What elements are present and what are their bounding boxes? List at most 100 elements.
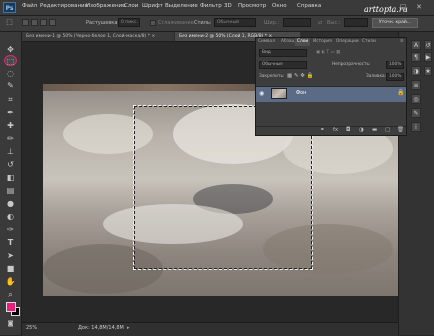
- tab-history[interactable]: История: [313, 38, 332, 46]
- add-selection-icon[interactable]: [31, 19, 38, 26]
- tab-layers[interactable]: Слои: [295, 38, 311, 46]
- opacity-input[interactable]: 100%: [386, 61, 404, 69]
- clone-stamp-tool-icon[interactable]: ⊥: [4, 146, 17, 157]
- menu-type[interactable]: Шрифт: [142, 3, 163, 9]
- intersect-selection-icon[interactable]: [49, 19, 56, 26]
- layers-panel-footer: [256, 126, 406, 136]
- foreground-color-swatch[interactable]: [6, 302, 16, 312]
- info-panel-icon[interactable]: i: [411, 122, 421, 132]
- tab-styles[interactable]: Стили: [362, 38, 376, 46]
- document-size: Док: 14,8M/14,8M: [78, 325, 124, 331]
- layer-thumbnail[interactable]: [271, 88, 287, 99]
- tab-actions[interactable]: Операции: [336, 38, 359, 46]
- antialias-checkbox[interactable]: [150, 20, 156, 26]
- dodge-tool-icon[interactable]: ◐: [4, 211, 17, 222]
- menu-window[interactable]: Окно: [272, 3, 287, 9]
- width-label: Шир.:: [264, 20, 280, 26]
- brush-tool-icon[interactable]: ✏: [4, 133, 17, 144]
- tab-paragraph[interactable]: Абзац: [281, 38, 294, 46]
- filter-icons[interactable]: ▣ ◐ T ▭ ▦: [316, 50, 340, 55]
- maximize-icon[interactable]: □: [399, 3, 407, 11]
- tab-character[interactable]: Символ: [258, 38, 275, 46]
- antialias-label: Сглаживание: [158, 20, 194, 26]
- tab-document-2-label: Без имени-2 @ 50% (Слой 1, RGB/8) *: [179, 34, 268, 39]
- layer-name[interactable]: Фон: [296, 91, 306, 96]
- menu-layers[interactable]: Слои: [124, 3, 138, 9]
- eraser-tool-icon[interactable]: ◧: [4, 172, 17, 183]
- menu-3d[interactable]: 3D: [224, 3, 232, 9]
- adjustment-layer-icon[interactable]: ◑: [359, 127, 364, 133]
- menu-view[interactable]: Просмотр: [238, 3, 266, 9]
- tab-document-1[interactable]: Без имени-1 @ 50% (Черно-белое 1, Слой-м…: [22, 32, 174, 41]
- height-label: Выс.:: [327, 20, 341, 26]
- tab-close-icon[interactable]: ×: [151, 34, 155, 39]
- quick-mask-icon[interactable]: ◙: [4, 318, 17, 329]
- lock-icon: 🔒: [397, 89, 405, 96]
- channels-panel-icon[interactable]: ◎: [411, 94, 421, 104]
- move-tool-icon[interactable]: ✥: [4, 44, 17, 55]
- style-select[interactable]: Обычный: [214, 18, 256, 27]
- fill-label: Заливка:: [366, 74, 387, 79]
- feather-input[interactable]: 0 пикс.: [118, 18, 140, 27]
- eye-icon[interactable]: ◉: [259, 90, 264, 97]
- new-group-icon[interactable]: ▬: [372, 127, 377, 133]
- blur-tool-icon[interactable]: ●: [4, 198, 17, 209]
- styles-panel-icon[interactable]: ★: [424, 66, 432, 76]
- history-panel-icon[interactable]: ↺: [424, 40, 432, 50]
- fill-input[interactable]: 100%: [386, 73, 404, 81]
- crop-tool-icon[interactable]: ⌗: [4, 94, 17, 105]
- lasso-tool-icon[interactable]: ◌: [4, 68, 17, 79]
- tool-preset-icon[interactable]: ⬚: [3, 18, 16, 27]
- history-brush-tool-icon[interactable]: ↺: [4, 159, 17, 170]
- refine-edge-button[interactable]: Уточн. край...: [372, 18, 418, 28]
- tab-document-1-label: Без имени-1 @ 50% (Черно-белое 1, Слой-м…: [26, 34, 151, 39]
- menu-file[interactable]: Файл: [22, 3, 37, 9]
- menu-image[interactable]: Изображение: [86, 3, 126, 9]
- paragraph-panel-icon[interactable]: ¶: [411, 52, 421, 62]
- lock-options-icons[interactable]: ▦ ✎ ✥ 🔒: [287, 73, 314, 79]
- menu-help[interactable]: Справка: [297, 3, 321, 9]
- width-input[interactable]: [283, 18, 311, 27]
- style-label: Стиль:: [194, 20, 212, 26]
- pen-tool-icon[interactable]: ✑: [4, 224, 17, 235]
- menu-filter[interactable]: Фильтр: [200, 3, 222, 9]
- zoom-level[interactable]: 25%: [26, 325, 37, 331]
- new-selection-icon[interactable]: [22, 19, 29, 26]
- panel-menu-icon[interactable]: ≡: [400, 38, 404, 46]
- actions-panel-icon[interactable]: ▶: [424, 52, 432, 62]
- eyedropper-tool-icon[interactable]: ✒: [4, 107, 17, 118]
- swap-icon[interactable]: ⇄: [318, 20, 322, 26]
- minimize-icon[interactable]: –: [386, 3, 394, 11]
- healing-brush-tool-icon[interactable]: ✚: [4, 120, 17, 131]
- type-tool-icon[interactable]: T: [4, 237, 17, 248]
- layers-list-empty: [256, 102, 406, 124]
- adjustments-panel-icon[interactable]: ◑: [411, 66, 421, 76]
- blend-mode-select[interactable]: Обычные: [259, 61, 307, 69]
- opacity-label: Непрозрачность:: [332, 62, 371, 67]
- path-select-tool-icon[interactable]: ➤: [4, 250, 17, 261]
- character-panel-icon[interactable]: A: [411, 40, 421, 50]
- close-window-icon[interactable]: ✕: [415, 3, 423, 11]
- kind-filter-select[interactable]: Вид: [259, 49, 307, 57]
- link-layers-icon[interactable]: ⚭: [320, 127, 325, 133]
- hand-tool-icon[interactable]: ✋: [4, 276, 17, 287]
- delete-layer-icon[interactable]: 🗑: [397, 127, 404, 133]
- subtract-selection-icon[interactable]: [40, 19, 47, 26]
- menu-select[interactable]: Выделение: [165, 3, 198, 9]
- zoom-tool-icon[interactable]: ⌕: [4, 289, 17, 300]
- quick-select-tool-icon[interactable]: ✎: [4, 80, 17, 91]
- layers-panel-icon[interactable]: ≡: [411, 80, 421, 90]
- gradient-tool-icon[interactable]: ▤: [4, 185, 17, 196]
- photoshop-logo: Ps: [3, 2, 16, 13]
- feather-label: Растушевка:: [86, 20, 120, 26]
- layer-style-icon[interactable]: fx: [333, 127, 338, 133]
- rectangle-shape-tool-icon[interactable]: ■: [4, 263, 17, 274]
- menu-edit[interactable]: Редактирование: [40, 3, 88, 9]
- status-arrow-icon[interactable]: ▸: [127, 325, 130, 331]
- add-mask-icon[interactable]: ◘: [346, 127, 350, 133]
- rect-marquee-tool-icon[interactable]: ⬚: [4, 55, 17, 66]
- height-input[interactable]: [344, 18, 368, 27]
- paths-panel-icon[interactable]: ✎: [411, 108, 421, 118]
- new-layer-icon[interactable]: ▢: [385, 127, 390, 133]
- lock-label: Закрепить:: [259, 74, 285, 79]
